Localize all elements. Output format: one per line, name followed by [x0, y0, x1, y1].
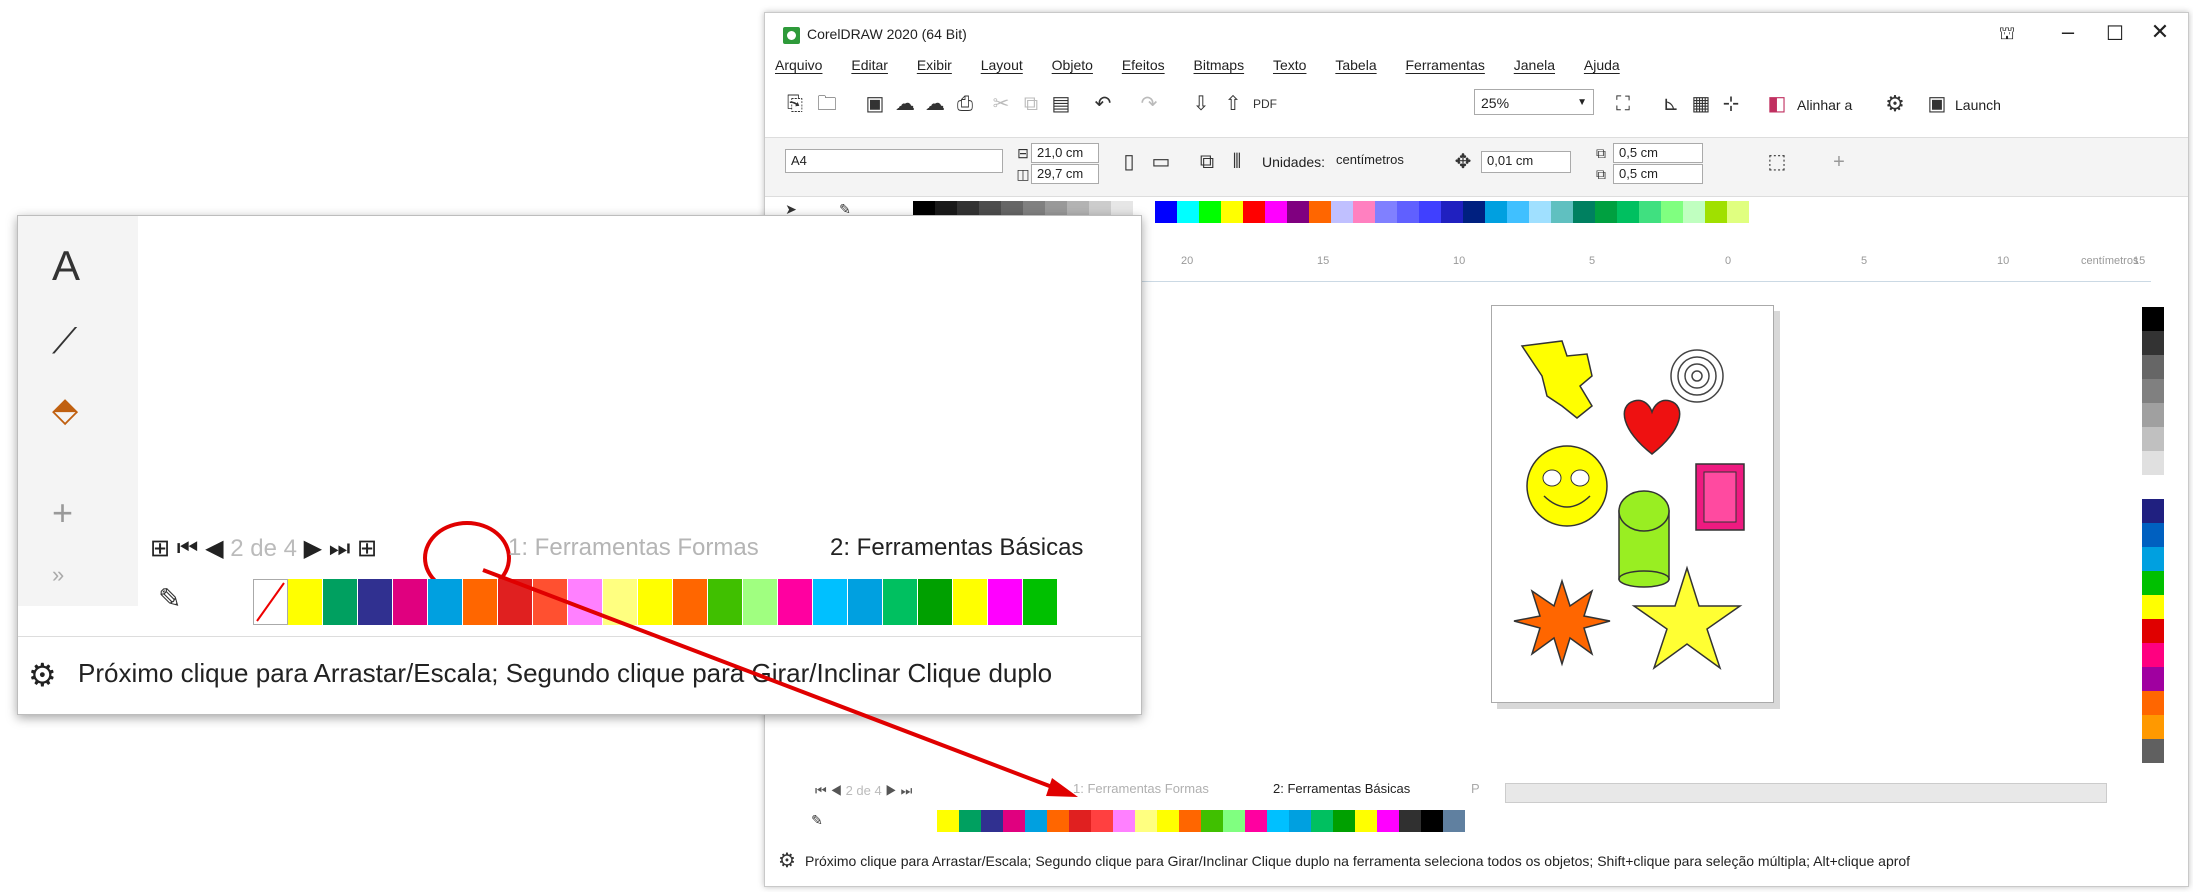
- callout-arrow: [482, 568, 1078, 797]
